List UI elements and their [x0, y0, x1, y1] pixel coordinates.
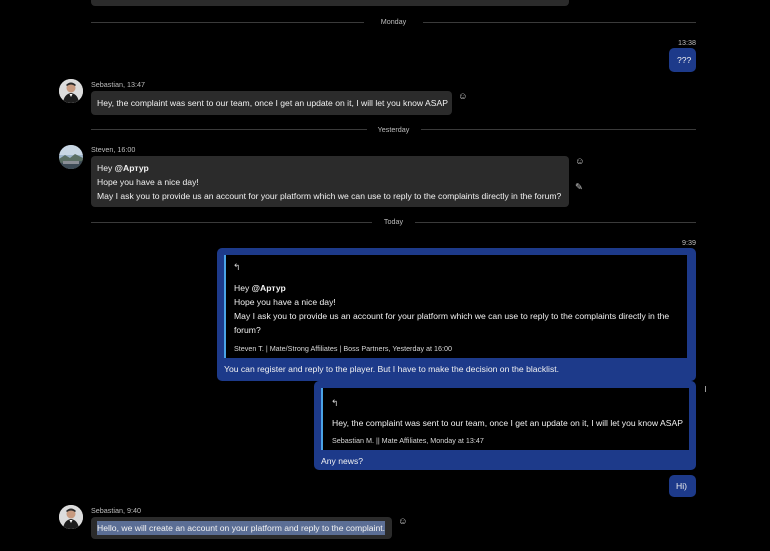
date-divider-today: Today [383, 217, 404, 226]
message-time: 13:38 [678, 38, 696, 47]
message-text: Hi) [676, 481, 687, 491]
outgoing-reply-bubble[interactable]: ↰ Hey @Артур Hope you have a nice day! M… [217, 248, 696, 381]
quote-line: May I ask you to provide us an account f… [234, 311, 670, 321]
message-text: ??? [677, 55, 692, 65]
avatar[interactable] [59, 79, 83, 103]
scrollbar-thumb[interactable] [705, 386, 706, 392]
message-text: Hey, the complaint was sent to our team,… [97, 98, 448, 108]
quoted-message[interactable]: ↰ Hey, the complaint was sent to our tea… [321, 388, 689, 450]
date-divider-yesterday: Yesterday [377, 125, 410, 134]
date-divider-line [91, 129, 367, 130]
date-divider-line [91, 222, 372, 223]
date-divider-line [415, 222, 696, 223]
quote-line: Hey, the complaint was sent to our team,… [332, 418, 683, 428]
date-divider-line [91, 22, 364, 23]
avatar-photo [59, 145, 83, 169]
message-time: 9:39 [682, 238, 696, 247]
user-mention[interactable]: @Артур [252, 283, 286, 293]
avatar-photo [59, 505, 83, 529]
emoji-reaction-icon[interactable]: ☺ [575, 157, 585, 167]
incoming-message-bubble[interactable]: Hey, the complaint was sent to our team,… [91, 91, 452, 115]
avatar[interactable] [59, 505, 83, 529]
selected-message-text[interactable]: Hello, we will create an account on your… [97, 521, 386, 535]
reply-icon: ↰ [331, 398, 339, 408]
quote-line: forum? [234, 325, 261, 335]
date-divider-line [421, 129, 696, 130]
date-divider-monday: Monday [380, 17, 407, 26]
previous-message-bubble[interactable] [91, 0, 569, 6]
message-sender-time: Steven, 16:00 [91, 145, 136, 154]
quote-signature: Sebastian M. || Mate Affiliates, Monday … [332, 436, 484, 445]
message-line: Hey @Артур [97, 163, 149, 173]
message-text: You can register and reply to the player… [224, 364, 560, 374]
avatar[interactable] [59, 145, 83, 169]
quote-signature: Steven T. | Mate/Strong Affiliates | Bos… [234, 344, 453, 353]
message-sender-time: Sebastian, 9:40 [91, 506, 141, 515]
outgoing-reply-bubble[interactable]: ↰ Hey, the complaint was sent to our tea… [314, 381, 696, 470]
edit-icon[interactable]: ✎ [575, 183, 583, 193]
emoji-reaction-icon[interactable]: ☺ [398, 517, 408, 527]
message-sender-time: Sebastian, 13:47 [91, 80, 145, 89]
date-divider-line [423, 22, 696, 23]
reply-icon: ↰ [233, 262, 241, 272]
message-line: Hope you have a nice day! [97, 177, 199, 187]
quote-line: Hey @Артур [234, 283, 286, 293]
quote-line: Hope you have a nice day! [234, 297, 336, 307]
outgoing-message-bubble[interactable]: Hi) [669, 475, 696, 497]
message-text: Any news? [321, 456, 364, 466]
incoming-message-bubble[interactable]: Hello, we will create an account on your… [91, 517, 392, 539]
message-line: May I ask you to provide us an account f… [97, 191, 562, 201]
emoji-reaction-icon[interactable]: ☺ [458, 92, 468, 102]
incoming-message-bubble[interactable]: Hey @Артур Hope you have a nice day! May… [91, 156, 569, 207]
outgoing-message-bubble[interactable]: ??? [669, 48, 696, 72]
user-mention[interactable]: @Артур [115, 163, 149, 173]
quoted-message[interactable]: ↰ Hey @Артур Hope you have a nice day! M… [224, 255, 687, 358]
avatar-photo [59, 79, 83, 103]
